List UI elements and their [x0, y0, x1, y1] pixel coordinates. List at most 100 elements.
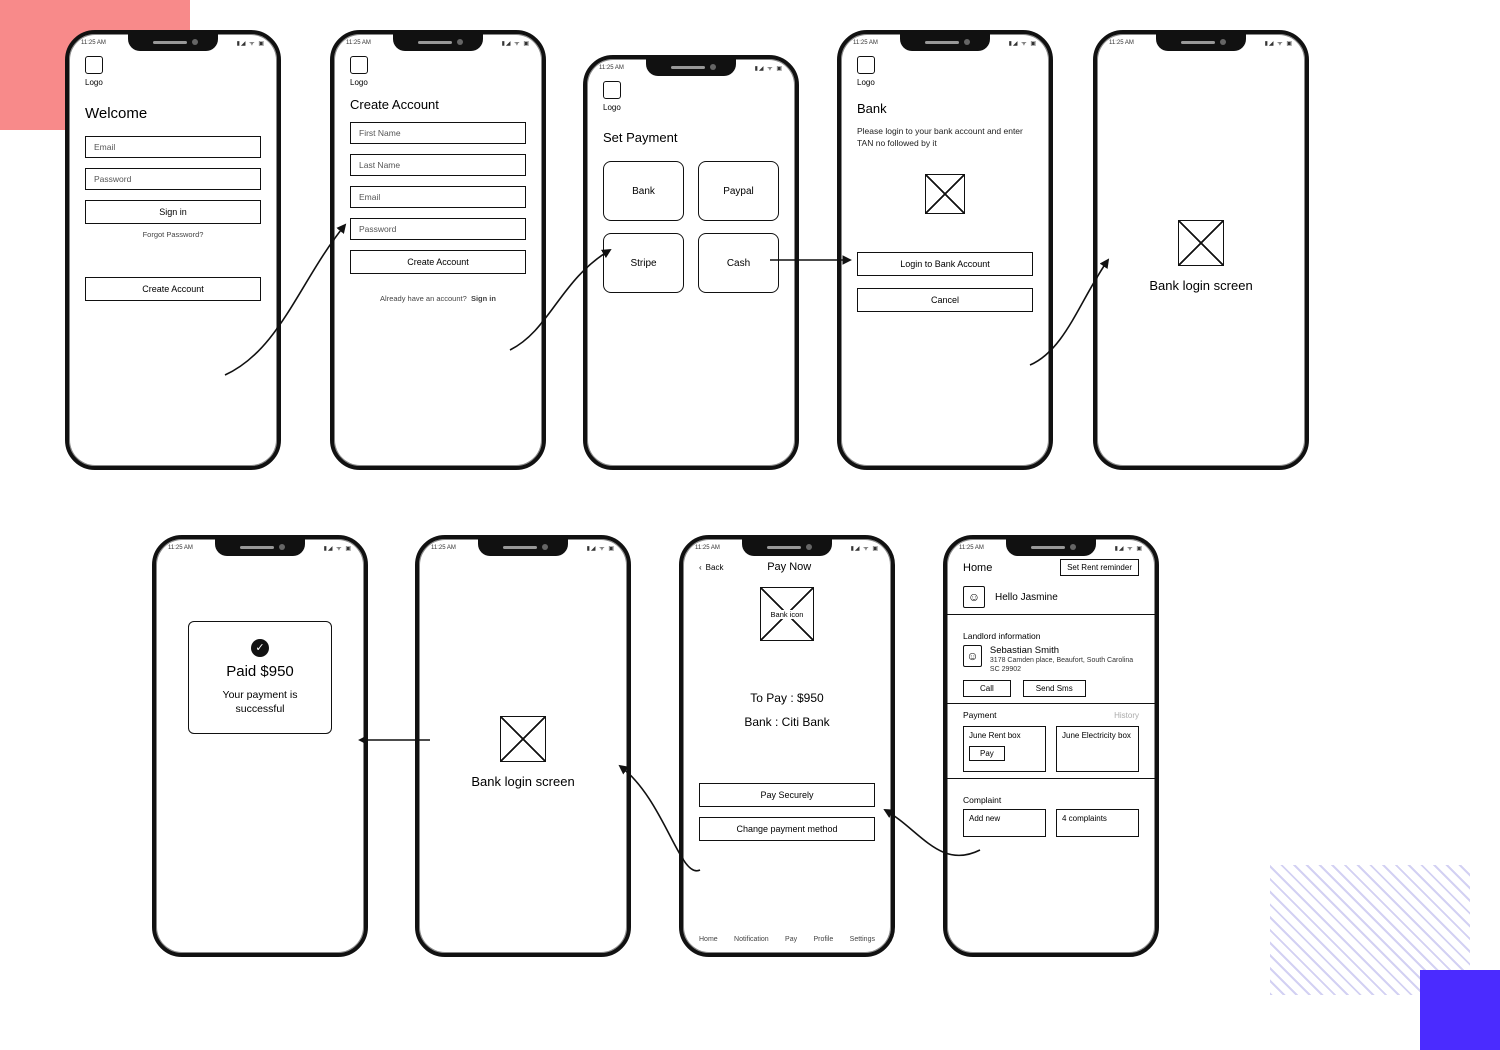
nav-notification[interactable]: Notification — [734, 936, 769, 943]
greeting: Hello Jasmine — [995, 592, 1058, 603]
bank-name: Bank : Citi Bank — [699, 715, 875, 729]
email-field[interactable]: Email — [85, 136, 261, 158]
phone-notch — [646, 58, 736, 76]
phone-notch — [215, 538, 305, 556]
landlord-section-title: Landlord information — [963, 631, 1139, 641]
home-title: Home — [963, 562, 992, 574]
history-link[interactable]: History — [1114, 711, 1139, 720]
status-icons: ▮◢ ᯤ ▣ — [502, 39, 530, 47]
status-time: 11:25 AM — [695, 545, 720, 551]
last-name-field[interactable]: Last Name — [350, 154, 526, 176]
landlord-avatar-icon: ☺ — [963, 645, 982, 667]
bank-icon-label: Bank icon — [769, 610, 806, 619]
create-account-title: Create Account — [350, 97, 526, 112]
electricity-card-label: June Electricity box — [1062, 731, 1131, 740]
phone-pay-now: 11:25 AM ▮◢ ᯤ ▣ ‹ Back Pay Now Bank icon… — [679, 535, 895, 957]
change-payment-method-button[interactable]: Change payment method — [699, 817, 875, 841]
send-sms-button[interactable]: Send Sms — [1023, 680, 1086, 697]
check-circle-icon: ✓ — [251, 639, 269, 657]
phone-notch — [478, 538, 568, 556]
success-message: Your payment is successful — [199, 688, 321, 717]
divider — [947, 778, 1155, 779]
add-complaint-card[interactable]: Add new — [963, 809, 1046, 837]
status-time: 11:25 AM — [168, 545, 193, 551]
rent-card-label: June Rent box — [969, 731, 1021, 740]
back-label: Back — [706, 563, 724, 572]
status-icons: ▮◢ ᯤ ▣ — [1009, 39, 1037, 47]
nav-settings[interactable]: Settings — [850, 936, 875, 943]
bottom-nav: Home Notification Pay Profile Settings — [699, 926, 875, 943]
password-field[interactable]: Password — [85, 168, 261, 190]
bank-image-placeholder — [925, 174, 965, 214]
bank-login-image-placeholder — [500, 716, 546, 762]
nav-pay[interactable]: Pay — [785, 936, 797, 943]
sign-in-link[interactable]: Sign in — [471, 294, 496, 303]
payment-option-bank[interactable]: Bank — [603, 161, 684, 221]
logo-placeholder — [85, 56, 103, 74]
logo-placeholder — [603, 81, 621, 99]
login-bank-button[interactable]: Login to Bank Account — [857, 252, 1033, 276]
phone-create-account: 11:25 AM ▮◢ ᯤ ▣ Logo Create Account Firs… — [330, 30, 546, 470]
phone-notch — [393, 33, 483, 51]
phone-payment-success: 11:25 AM ▮◢ ᯤ ▣ ✓ Paid $950 Your payment… — [152, 535, 368, 957]
already-account-line: Already have an account? Sign in — [350, 294, 526, 303]
status-icons: ▮◢ ᯤ ▣ — [1265, 39, 1293, 47]
landlord-address: 3178 Camden place, Beaufort, South Carol… — [990, 656, 1139, 674]
payment-option-stripe[interactable]: Stripe — [603, 233, 684, 293]
phone-set-payment: 11:25 AM ▮◢ ᯤ ▣ Logo Set Payment Bank Pa… — [583, 55, 799, 470]
cancel-button[interactable]: Cancel — [857, 288, 1033, 312]
status-time: 11:25 AM — [431, 545, 456, 551]
logo-label: Logo — [857, 78, 1033, 87]
success-card: ✓ Paid $950 Your payment is successful — [188, 621, 332, 734]
phone-notch — [128, 33, 218, 51]
phone-bank: 11:25 AM ▮◢ ᯤ ▣ Logo Bank Please login t… — [837, 30, 1053, 470]
pay-rent-button[interactable]: Pay — [969, 746, 1005, 761]
status-icons: ▮◢ ᯤ ▣ — [755, 64, 783, 72]
rent-card: June Rent box Pay — [963, 726, 1046, 772]
forgot-password-link[interactable]: Forgot Password? — [85, 230, 261, 239]
phone-home: 11:25 AM ▮◢ ᯤ ▣ Home Set Rent reminder ☺… — [943, 535, 1159, 957]
status-icons: ▮◢ ᯤ ▣ — [587, 544, 615, 552]
back-row[interactable]: ‹ Back Pay Now — [699, 561, 875, 573]
nav-profile[interactable]: Profile — [813, 936, 833, 943]
sign-in-button[interactable]: Sign in — [85, 200, 261, 224]
logo-label: Logo — [603, 103, 779, 112]
to-pay-amount: To Pay : $950 — [699, 691, 875, 705]
payment-method-grid: Bank Paypal Stripe Cash — [603, 161, 779, 293]
phone-notch — [1006, 538, 1096, 556]
pay-now-title: Pay Now — [727, 561, 851, 573]
status-time: 11:25 AM — [599, 65, 624, 71]
logo-placeholder — [350, 56, 368, 74]
password-field[interactable]: Password — [350, 218, 526, 240]
payment-option-cash[interactable]: Cash — [698, 233, 779, 293]
create-account-button[interactable]: Create Account — [85, 277, 261, 301]
landlord-name: Sebastian Smith — [990, 645, 1139, 656]
already-account-text: Already have an account? — [380, 294, 467, 303]
phone-bank-login: 11:25 AM ▮◢ ᯤ ▣ Bank login screen — [1093, 30, 1309, 470]
phone-notch — [1156, 33, 1246, 51]
set-rent-reminder-button[interactable]: Set Rent reminder — [1060, 559, 1139, 576]
bank-login-label: Bank login screen — [471, 774, 574, 789]
bank-instructions: Please login to your bank account and en… — [857, 126, 1033, 150]
phone-bank-login-2: 11:25 AM ▮◢ ᯤ ▣ Bank login screen — [415, 535, 631, 957]
status-time: 11:25 AM — [853, 40, 878, 46]
welcome-title: Welcome — [85, 105, 261, 122]
pay-securely-button[interactable]: Pay Securely — [699, 783, 875, 807]
electricity-card: June Electricity box — [1056, 726, 1139, 772]
phone-notch — [900, 33, 990, 51]
nav-home[interactable]: Home — [699, 936, 718, 943]
phone-welcome: 11:25 AM ▮◢ ᯤ ▣ Logo Welcome Email Passw… — [65, 30, 281, 470]
status-icons: ▮◢ ᯤ ▣ — [851, 544, 879, 552]
status-icons: ▮◢ ᯤ ▣ — [324, 544, 352, 552]
first-name-field[interactable]: First Name — [350, 122, 526, 144]
divider — [947, 614, 1155, 615]
complaints-count-card[interactable]: 4 complaints — [1056, 809, 1139, 837]
status-icons: ▮◢ ᯤ ▣ — [1115, 544, 1143, 552]
bank-login-label: Bank login screen — [1149, 278, 1252, 293]
call-button[interactable]: Call — [963, 680, 1011, 697]
create-account-submit-button[interactable]: Create Account — [350, 250, 526, 274]
payment-option-paypal[interactable]: Paypal — [698, 161, 779, 221]
email-field[interactable]: Email — [350, 186, 526, 208]
status-time: 11:25 AM — [1109, 40, 1134, 46]
complaints-count-label: 4 complaints — [1062, 814, 1107, 823]
